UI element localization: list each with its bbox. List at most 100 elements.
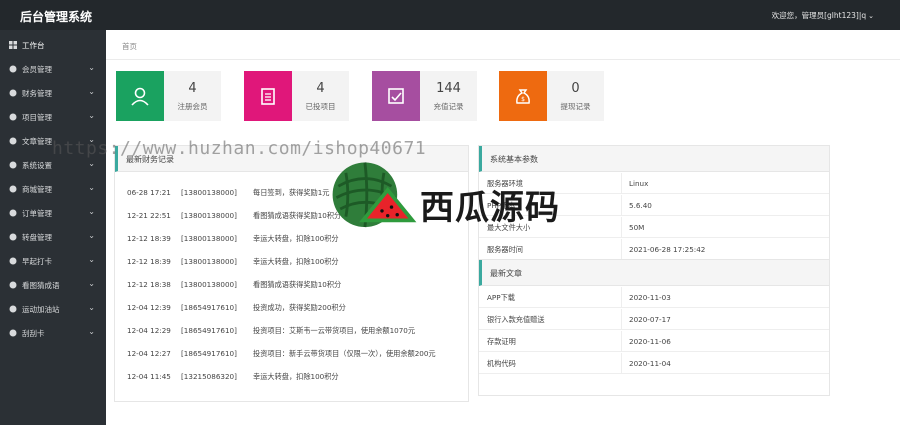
stat-card[interactable]: 144 充值记录: [372, 71, 477, 121]
chevron-down-icon: ⌄: [88, 87, 95, 96]
order-icon: [9, 209, 17, 217]
row-key: 机构代码: [487, 359, 516, 368]
stat-icon-box: [116, 71, 164, 121]
sidebar-item-label: 系统设置: [22, 161, 52, 170]
watermark-brand: 西瓜源码: [420, 188, 560, 228]
project-icon: [9, 113, 17, 121]
chevron-down-icon: ⌄: [88, 255, 95, 264]
stat-card[interactable]: 4 已投项目: [244, 71, 349, 121]
finance-log-row: 12-04 12:27 [18654917610] 投资项目：新手云带货项目（仅限一…: [127, 349, 436, 359]
chevron-down-icon: ⌄: [88, 207, 95, 216]
user-icon: [131, 87, 149, 106]
stat-label: 提现记录: [560, 102, 591, 111]
row-key: 存款证明: [487, 337, 516, 346]
row-value: 2020-11-03: [629, 293, 671, 302]
stat-card[interactable]: $0 提现记录: [499, 71, 604, 121]
table-row[interactable]: 银行入款充值赠送 2020-07-17: [479, 309, 829, 330]
sidebar-item[interactable]: 运动加油站 ⌄: [0, 298, 106, 320]
table-row[interactable]: 机构代码 2020-11-04: [479, 353, 829, 374]
sidebar-item[interactable]: 商城管理 ⌄: [0, 178, 106, 200]
sidebar-item[interactable]: 会员管理 ⌄: [0, 58, 106, 80]
column-divider: [621, 331, 622, 351]
log-user: [13800138000]: [181, 257, 237, 266]
column-divider: [621, 353, 622, 373]
stat-value: 4: [188, 81, 197, 96]
log-time: 12-12 18:39: [127, 257, 171, 266]
finance-log-row: 12-12 18:39 [13800138000] 幸运大转盘，扣除100积分: [127, 234, 339, 244]
table-row[interactable]: 存款证明 2020-11-06: [479, 331, 829, 352]
sidebar-item-label: 运动加油站: [22, 305, 60, 314]
shop-icon: [9, 185, 17, 193]
stat-icon-box: [372, 71, 420, 121]
breadcrumb-home[interactable]: 首页: [122, 41, 137, 52]
sidebar-item-label: 财务管理: [22, 89, 52, 98]
dashboard-icon: [9, 41, 17, 49]
sidebar-item[interactable]: 工作台: [0, 34, 106, 56]
column-divider: [621, 239, 622, 259]
sidebar-item-label: 会员管理: [22, 65, 52, 74]
log-user: [13800138000]: [181, 211, 237, 220]
log-time: 12-21 22:51: [127, 211, 171, 220]
finance-icon: [9, 89, 17, 97]
log-time: 06-28 17:21: [127, 188, 171, 197]
log-time: 12-04 11:45: [127, 372, 171, 381]
sidebar-item[interactable]: 刮刮卡 ⌄: [0, 322, 106, 344]
log-text: 投资成功，获得奖励200积分: [253, 303, 346, 312]
stat-card[interactable]: 4 注册会员: [116, 71, 221, 121]
sidebar: 工作台 会员管理 ⌄ 财务管理 ⌄ 项目管理 ⌄ 文章管理 ⌄ 系统设置 ⌄ 商城管理 ⌄ 订单管理 ⌄ 转盘…: [0, 30, 106, 425]
card-icon: [9, 329, 17, 337]
log-user: [18654917610]: [181, 303, 237, 312]
stat-value: 0: [571, 81, 580, 96]
chevron-down-icon: ⌄: [88, 303, 95, 312]
chevron-down-icon: ⌄: [88, 183, 95, 192]
column-divider: [621, 309, 622, 329]
stat-icon-box: $: [499, 71, 547, 121]
sidebar-item[interactable]: 项目管理 ⌄: [0, 106, 106, 128]
row-value: 2020-11-04: [629, 359, 671, 368]
table-row[interactable]: APP下载 2020-11-03: [479, 287, 829, 308]
column-divider: [621, 173, 622, 193]
sidebar-item[interactable]: 转盘管理 ⌄: [0, 226, 106, 248]
sport-icon: [9, 305, 17, 313]
app-title: 后台管理系统: [20, 10, 93, 24]
log-user: [13800138000]: [181, 188, 237, 197]
row-value: Linux: [629, 179, 649, 188]
finance-log-row: 12-12 18:38 [13800138000] 看图猜成语获得奖励10积分: [127, 280, 341, 290]
log-text: 投资项目：艾斯韦一云带货项目，使用余额1070元: [253, 326, 416, 335]
stat-value: 144: [436, 81, 461, 96]
row-value: 2020-07-17: [629, 315, 671, 324]
column-divider: [621, 287, 622, 307]
stat-value: 4: [316, 81, 325, 96]
row-key: APP下载: [487, 293, 515, 302]
row-value: 2020-11-06: [629, 337, 671, 346]
user-menu[interactable]: 欢迎您，管理员[glht123]|q ⌄: [772, 10, 874, 21]
log-user: [13800138000]: [181, 280, 237, 289]
sidebar-item[interactable]: 早起打卡 ⌄: [0, 250, 106, 272]
picture-icon: [9, 281, 17, 289]
sidebar-item-label: 工作台: [22, 41, 45, 50]
watermelon-logo-icon: [332, 162, 417, 228]
log-text: 看图猜成语获得奖励10积分: [253, 280, 342, 289]
article-icon: [9, 137, 17, 145]
sidebar-item-label: 看图猜成语: [22, 281, 60, 290]
checkin-icon: [9, 257, 17, 265]
log-time: 12-12 18:38: [127, 280, 171, 289]
finance-log-row: 12-04 12:29 [18654917610] 投资项目：艾斯韦一云带货项目，使…: [127, 326, 415, 336]
sidebar-item[interactable]: 看图猜成语 ⌄: [0, 274, 106, 296]
finance-log-row: 12-04 11:45 [13215086320] 幸运大转盘，扣除100积分: [127, 372, 339, 382]
log-time: 12-04 12:39: [127, 303, 171, 312]
chevron-down-icon: ⌄: [88, 231, 95, 240]
sidebar-item[interactable]: 订单管理 ⌄: [0, 202, 106, 224]
svg-text:$: $: [521, 96, 525, 103]
stat-label: 充值记录: [433, 102, 464, 111]
chevron-down-icon: ⌄: [88, 111, 95, 120]
finance-log-row: 12-12 18:39 [13800138000] 幸运大转盘，扣除100积分: [127, 257, 339, 267]
sidebar-item-label: 转盘管理: [22, 233, 52, 242]
row-value: 2021-06-28 17:25:42: [629, 245, 706, 254]
sidebar-item-label: 文章管理: [22, 137, 52, 146]
table-row: 服务器时间 2021-06-28 17:25:42: [479, 239, 829, 260]
log-text: 幸运大转盘，扣除100积分: [253, 257, 339, 266]
sidebar-item[interactable]: 财务管理 ⌄: [0, 82, 106, 104]
stat-icon-box: [244, 71, 292, 121]
row-key: 银行入款充值赠送: [487, 315, 545, 324]
